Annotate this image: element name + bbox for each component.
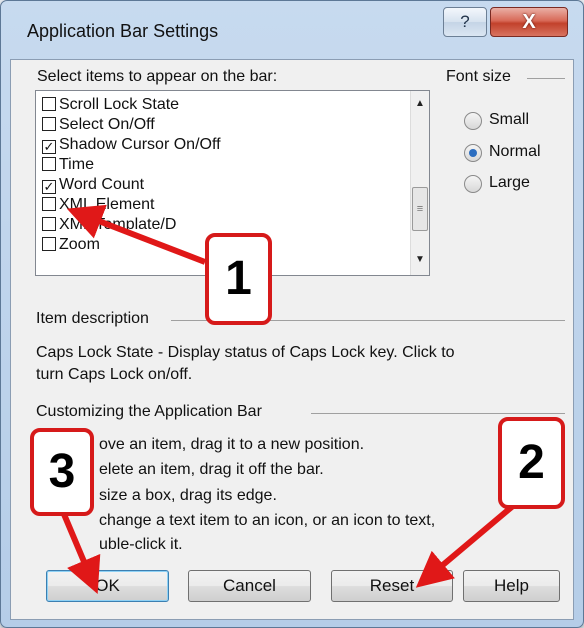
list-item[interactable]: Select On/Off [42,115,155,135]
scroll-thumb[interactable]: ≡ [412,187,428,231]
dialog-body: Select items to appear on the bar: Scrol… [10,59,574,620]
listbox-scrollbar[interactable]: ▲ ≡ ▼ [410,91,429,275]
dialog-window: Application Bar Settings ? X Select item… [0,0,584,628]
reset-button[interactable]: Reset [331,570,453,602]
customizing-label: Customizing the Application Bar [36,403,262,420]
title-bar[interactable]: Application Bar Settings ? X [1,1,583,59]
list-item[interactable]: XML Element [42,195,154,215]
list-item[interactable]: Time [42,155,94,175]
customizing-text: size a box, drag its edge. [99,487,277,504]
list-item-label: Zoom [59,236,100,253]
radio-normal-label: Normal [489,143,541,160]
checkbox[interactable] [42,157,56,171]
callout-1: 1 [205,233,272,325]
customizing-text: uble-click it. [99,536,183,553]
radio-small[interactable] [464,112,482,130]
checkbox[interactable] [42,237,56,251]
list-item-label: Select On/Off [59,116,155,133]
help-button[interactable]: Help [463,570,560,602]
list-item[interactable]: ✓ Shadow Cursor On/Off [42,135,221,155]
ok-button[interactable]: OK [46,570,169,602]
radio-normal[interactable] [464,144,482,162]
item-description-text: turn Caps Lock on/off. [36,366,193,383]
radio-small-label: Small [489,111,530,128]
checkbox-checked[interactable]: ✓ [42,140,56,154]
window-title: Application Bar Settings [27,21,219,41]
list-item-label: XML Element [59,196,155,213]
item-description-label: Item description [36,310,149,327]
callout-3: 3 [30,428,94,516]
checkbox[interactable] [42,197,56,211]
list-item-label: Scroll Lock State [59,96,180,113]
help-icon[interactable]: ? [443,7,487,37]
radio-large-label: Large [489,174,530,191]
customizing-text: change a text item to an icon, or an ico… [99,512,436,529]
checkbox[interactable] [42,217,56,231]
cancel-button[interactable]: Cancel [188,570,311,602]
list-item-label: Shadow Cursor On/Off [59,136,221,153]
customizing-divider [311,413,565,414]
font-size-divider [527,78,565,79]
list-item-label: Time [59,156,94,173]
customizing-text: elete an item, drag it off the bar. [99,461,324,478]
list-item[interactable]: Scroll Lock State [42,95,179,115]
close-icon[interactable]: X [490,7,568,37]
checkbox[interactable] [42,97,56,111]
checkbox-checked[interactable]: ✓ [42,180,56,194]
list-item[interactable]: XML Template/D [42,215,176,235]
list-item[interactable]: Zoom [42,235,100,255]
callout-2: 2 [498,417,565,509]
item-description-text: Caps Lock State - Display status of Caps… [36,344,455,361]
scroll-down-icon[interactable]: ▼ [411,251,429,269]
list-item-label: Word Count [59,176,145,193]
scroll-up-icon[interactable]: ▲ [411,95,429,113]
items-list-label: Select items to appear on the bar: [37,68,278,85]
list-item[interactable]: ✓ Word Count [42,175,144,195]
radio-large[interactable] [464,175,482,193]
font-size-label: Font size [446,68,511,85]
list-item-label: XML Template/D [59,216,177,233]
checkbox[interactable] [42,117,56,131]
customizing-text: ove an item, drag it to a new position. [99,436,365,453]
